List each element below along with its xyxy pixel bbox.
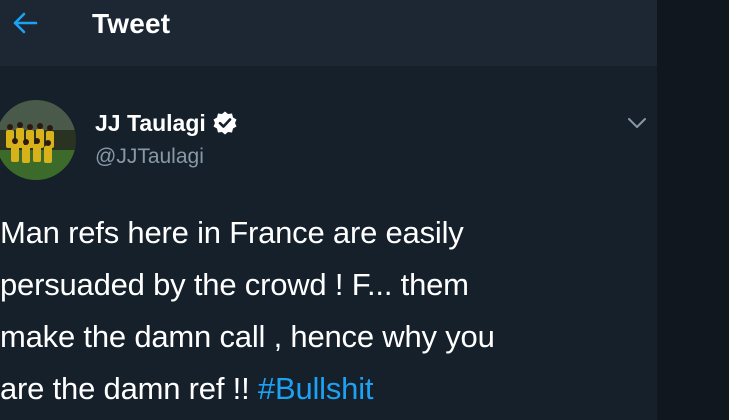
team-photo-image — [0, 100, 76, 180]
arrow-left-icon — [13, 12, 38, 34]
tweet-text-segment: are the damn ref !! — [0, 371, 258, 406]
avatar[interactable] — [0, 100, 76, 180]
author-handle[interactable]: @JJTaulagi — [95, 144, 204, 170]
top-bar: Tweet — [0, 0, 657, 66]
page-title: Tweet — [92, 8, 171, 39]
tweet-text-line: persuaded by the crowd ! F... them — [0, 267, 469, 302]
back-button[interactable] — [8, 6, 42, 40]
author-display-name[interactable]: JJ Taulagi — [95, 109, 206, 137]
tweet-screen: Tweet JJ Taulagi @JJTaulagi Man refs her… — [0, 0, 729, 420]
verified-badge-icon — [213, 111, 237, 135]
tweet-menu-button[interactable] — [624, 110, 650, 136]
tweet-text-line: make the damn call , hence why you — [0, 319, 495, 354]
chevron-down-icon — [628, 118, 646, 128]
tweet-text: Man refs here in France are easily persu… — [0, 207, 650, 415]
side-panel — [657, 0, 729, 420]
hashtag-link[interactable]: #Bullshit — [258, 371, 374, 406]
tweet-text-line-last: are the damn ref !! #Bullshit — [0, 363, 650, 415]
author-name-row: JJ Taulagi — [95, 109, 238, 137]
tweet-text-line: Man refs here in France are easily — [0, 215, 464, 250]
